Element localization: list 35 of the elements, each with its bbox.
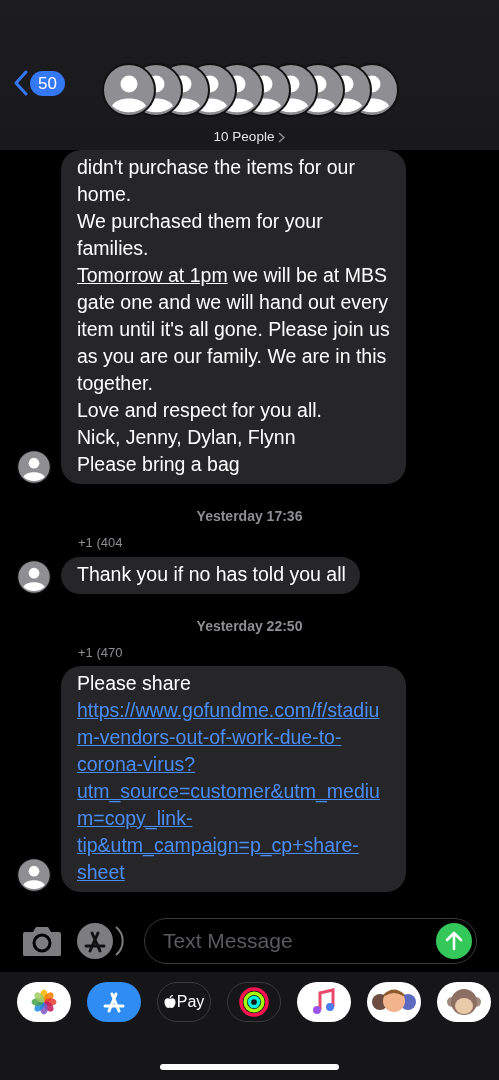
message-bubble: Thank you if no has told you all	[61, 556, 360, 594]
link[interactable]: https://www.gofundme.com/f/stadium-vendors-out-of-work-due-to-corona-virus?utm_source=customer&utm_medium=copy_link-tip&utm_campaign=p_cp+share-sheet	[77, 697, 392, 886]
monkey-icon	[447, 986, 481, 1018]
rings-icon	[239, 987, 269, 1017]
app-button[interactable]	[227, 982, 281, 1022]
chevron-right-icon	[278, 131, 286, 143]
unread-count-badge: 50	[30, 70, 65, 96]
avatar-icon	[17, 858, 51, 892]
back-button[interactable]: 50	[14, 70, 65, 96]
app-button[interactable]	[367, 982, 421, 1022]
link[interactable]: Tomorrow at 1pm	[77, 264, 228, 286]
timestamp: Yesterday 22:50	[196, 616, 303, 636]
chevron-left-icon	[14, 70, 28, 96]
app-button[interactable]	[87, 982, 141, 1022]
app-store-icon[interactable]	[76, 922, 124, 960]
apple-icon	[163, 995, 176, 1009]
sender-label: +1 (470	[78, 644, 123, 660]
message-input[interactable]: Text Message	[161, 924, 436, 958]
message-bubble: Please share https://www.gofundme.com/f/stadium-vendors-out-of-work-due-to-corona-virus?utm_source=customer&utm_medium=copy_link-tip&utm_campaign=p_cp+share-sheet	[61, 666, 406, 892]
flower-icon	[31, 989, 57, 1015]
app-button[interactable]	[437, 982, 491, 1022]
app-button[interactable]	[17, 982, 71, 1022]
timestamp: Yesterday 17:36	[196, 507, 303, 526]
avatar-icon	[17, 559, 51, 594]
app-button[interactable]	[297, 982, 351, 1022]
camera-icon[interactable]	[22, 925, 62, 957]
people-button[interactable]: 10 People	[213, 127, 286, 148]
arrow-up-icon	[445, 931, 463, 951]
app-button[interactable]: Pay	[157, 982, 211, 1022]
send-button[interactable]	[436, 923, 472, 959]
sender-label: +1 (404	[78, 535, 123, 550]
avatar-icon	[17, 450, 51, 484]
message-bubble: didn't purchase the items for our home. We purchased them for your families. Tomorrow at 1pm we will be at MBS gate one and we will hand out every item until it's all gone. Please join us as you are our family. We are in this together. Love and respect for you all. Nick, Jenny, Dylan, Flynn Please bring a bag	[61, 150, 406, 484]
app-store-icon	[101, 990, 127, 1014]
music-note-icon	[312, 988, 336, 1016]
